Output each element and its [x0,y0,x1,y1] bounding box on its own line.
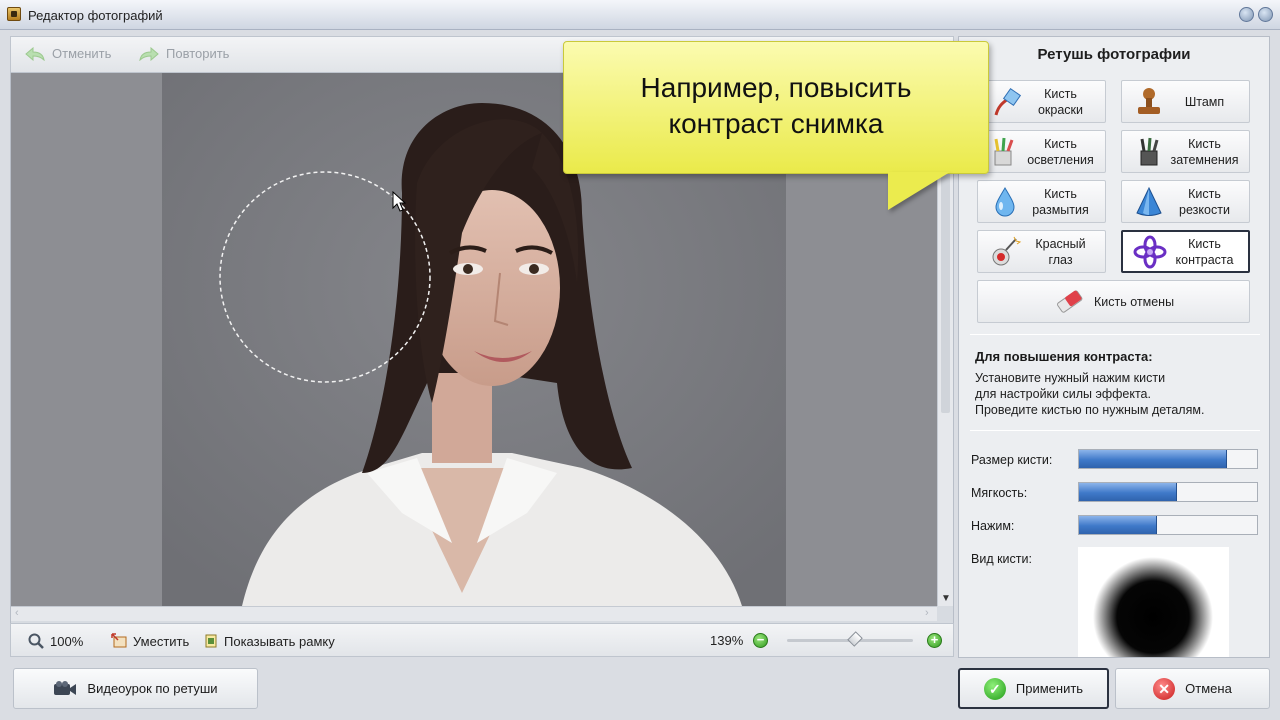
paint-brush-tool-button[interactable]: Кисть окраски [977,80,1106,123]
zoom-out-icon[interactable]: − [753,633,768,648]
tool-label-line1: Кисть [1188,136,1221,151]
zoom-slider-thumb[interactable] [847,631,863,647]
brush-preview [1078,547,1229,657]
frame-icon [205,634,217,648]
tool-label-line1: Кисть [1044,136,1077,151]
zoom-in-icon[interactable]: + [927,633,942,648]
tool-label-line2: затемнения [1170,152,1239,167]
red-eye-tool-button[interactable]: Красный глаз [977,230,1106,273]
pressure-slider[interactable] [1078,515,1258,535]
tool-label-line1: Красный [1035,236,1086,251]
callout-tail [888,172,950,210]
sharpen-brush-tool-button[interactable]: Кисть резкости [1121,180,1250,223]
lighten-brush-icon [988,135,1022,169]
minimize-icon[interactable] [1239,7,1254,22]
cancel-button[interactable]: ✕ Отмена [1115,668,1270,709]
mouse-pointer-icon [392,191,406,212]
window-title: Редактор фотографий [28,8,163,23]
show-frame-label: Показывать рамку [224,633,335,649]
cancel-label: Отмена [1185,681,1232,696]
tool-label: Штамп [1184,94,1225,109]
scroll-down-arrow-icon[interactable]: ▼ [941,593,951,604]
tool-label-line2: контраста [1175,252,1234,267]
contrast-brush-icon [1133,235,1167,269]
tool-label-line2: размытия [1032,202,1089,217]
brush-size-label: Размер кисти: [971,453,1053,467]
status-bar: 100% Уместить Показывать рамку 139% − + [10,623,954,657]
blur-drop-icon [988,185,1022,219]
apply-button[interactable]: ✓ Применить [958,668,1109,709]
scroll-right-arrow-icon[interactable]: › [925,607,929,619]
zoom-level-readout: 139% [710,633,744,648]
callout-text: Например, повысить контраст снимка [563,70,989,142]
red-eye-icon [988,235,1022,269]
callout-line-2: контраст снимка [668,108,884,139]
redo-button[interactable]: Повторить [139,46,229,61]
info-heading: Для повышения контраста: [975,349,1153,364]
apply-label: Применить [1015,681,1084,696]
pressure-label: Нажим: [971,519,1015,533]
close-icon[interactable] [1258,7,1273,22]
scroll-left-arrow-icon[interactable]: ‹ [15,607,19,619]
pressure-fill [1079,516,1158,534]
stamp-tool-button[interactable]: Штамп [1121,80,1250,123]
softness-fill [1079,483,1177,501]
brush-size-slider[interactable] [1078,449,1258,469]
tool-label-line1: Кисть [1044,186,1077,201]
sharpen-cone-icon [1132,185,1166,219]
stamp-icon [1132,85,1166,119]
brush-view-label: Вид кисти: [971,552,1032,566]
paint-brush-icon [988,85,1022,119]
tool-label-line2: глаз [1048,252,1073,267]
fit-button[interactable]: Уместить [111,633,189,649]
checkmark-icon: ✓ [983,677,1006,700]
title-bar: Редактор фотографий [0,0,1280,30]
callout-line-1: Например, повысить [640,72,912,103]
fit-label: Уместить [133,633,190,649]
tool-label-line2: осветления [1027,152,1094,167]
undo-label: Отменить [52,46,112,61]
darken-brush-icon [1132,135,1166,169]
tool-label-line1: Кисть [1044,86,1077,101]
app-icon [7,7,21,21]
darken-brush-tool-button[interactable]: Кисть затемнения [1121,130,1250,173]
zoom-100-button[interactable]: 100% [28,633,83,649]
tool-label-line2: окраски [1037,102,1084,117]
info-line-3: Проведите кистью по нужным деталям. [975,403,1205,417]
horizontal-scrollbar[interactable]: ‹ › [11,606,937,621]
tool-label-line1: Кисть [1188,186,1221,201]
tool-label-line2: резкости [1179,202,1230,217]
cancel-x-icon: ✕ [1153,677,1176,700]
video-lesson-label: Видеоурок по ретуши [87,681,218,696]
eraser-icon [1052,285,1086,319]
info-line-1: Установите нужный нажим кисти [975,371,1166,385]
undo-brush-tool-button[interactable]: Кисть отмены [977,280,1250,323]
brush-size-fill [1079,450,1227,468]
softness-slider[interactable] [1078,482,1258,502]
fit-icon [111,633,127,648]
zoom-100-label: 100% [50,633,84,649]
panel-title: Ретушь фотографии [1037,46,1191,63]
redo-label: Повторить [166,46,230,61]
undo-button[interactable]: Отменить [25,46,111,61]
blur-brush-tool-button[interactable]: Кисть размытия [977,180,1106,223]
softness-label: Мягкость: [971,486,1028,500]
lighten-brush-tool-button[interactable]: Кисть осветления [977,130,1106,173]
tool-label: Кисть отмены [1094,294,1175,309]
tool-label-line1: Кисть [1188,236,1221,251]
redo-arrow-icon [139,46,159,61]
show-frame-toggle[interactable]: Показывать рамку [204,633,335,649]
info-line-2: для настройки силы эффекта. [975,387,1151,401]
divider [970,334,1260,335]
video-camera-icon [54,680,77,695]
video-lesson-button[interactable]: Видеоурок по ретуши [13,668,258,709]
contrast-brush-tool-button[interactable]: Кисть контраста [1121,230,1250,273]
magnifier-icon [28,633,44,649]
undo-arrow-icon [25,46,45,61]
divider [970,430,1260,431]
